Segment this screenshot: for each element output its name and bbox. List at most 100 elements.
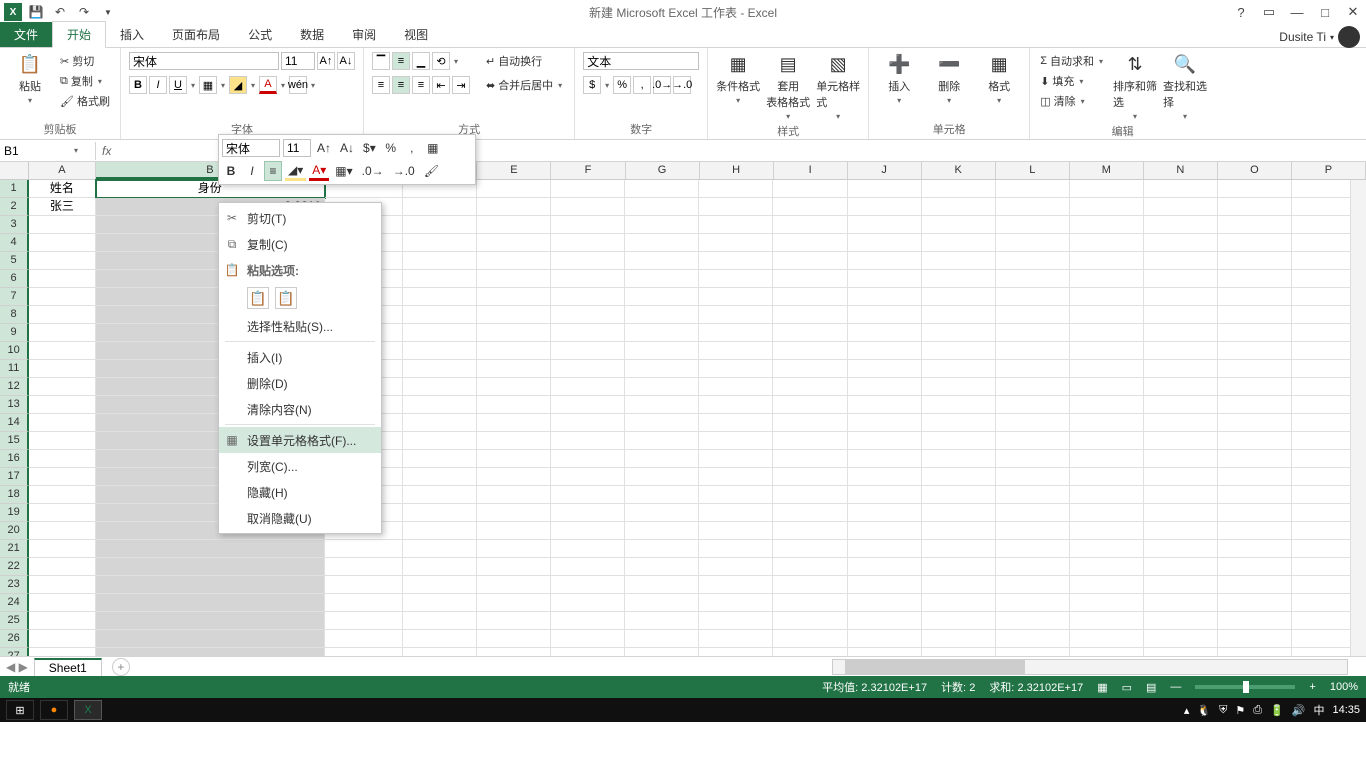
help-icon[interactable]: ?	[1232, 5, 1250, 20]
tray-battery-icon[interactable]: 🔋	[1270, 704, 1284, 717]
cell[interactable]	[1218, 630, 1292, 648]
cell[interactable]	[625, 468, 699, 486]
cell[interactable]	[848, 432, 922, 450]
column-header-K[interactable]: K	[922, 162, 996, 179]
cell[interactable]	[477, 450, 551, 468]
align-middle-icon[interactable]: ≡	[392, 52, 410, 70]
cell[interactable]	[996, 612, 1070, 630]
column-header-N[interactable]: N	[1144, 162, 1218, 179]
cell[interactable]	[1218, 360, 1292, 378]
column-header-L[interactable]: L	[996, 162, 1070, 179]
insert-cells-button[interactable]: ➕插入▾	[877, 52, 921, 105]
cell[interactable]	[1070, 342, 1144, 360]
cell[interactable]	[625, 342, 699, 360]
cell[interactable]	[1144, 324, 1218, 342]
cell[interactable]	[403, 216, 477, 234]
cell[interactable]	[551, 540, 625, 558]
mini-inc-decimal-icon[interactable]: .0→	[359, 161, 387, 181]
mini-border-button[interactable]: ▦▾	[332, 161, 355, 181]
view-page-break-icon[interactable]: ▤	[1146, 681, 1156, 694]
sort-filter-button[interactable]: ⇅排序和筛选▾	[1113, 52, 1157, 121]
cell[interactable]	[996, 630, 1070, 648]
cell[interactable]	[29, 504, 95, 522]
cell[interactable]	[996, 540, 1070, 558]
cell[interactable]	[699, 540, 773, 558]
cell[interactable]	[922, 180, 996, 198]
cell[interactable]	[551, 270, 625, 288]
mini-align-center-button[interactable]: ≡	[264, 161, 282, 181]
cell[interactable]	[1070, 252, 1144, 270]
minimize-icon[interactable]: —	[1288, 5, 1306, 20]
vertical-scrollbar[interactable]	[1350, 180, 1366, 656]
tab-page-layout[interactable]: 页面布局	[158, 22, 234, 47]
cell[interactable]	[848, 576, 922, 594]
cell[interactable]	[848, 594, 922, 612]
comma-icon[interactable]: ,	[633, 76, 651, 94]
cell[interactable]	[1144, 432, 1218, 450]
merge-center-button[interactable]: ⬌合并后居中▾	[484, 76, 566, 94]
cell[interactable]	[773, 342, 847, 360]
cell[interactable]	[848, 522, 922, 540]
cell[interactable]	[625, 396, 699, 414]
ctx-copy[interactable]: ⧉复制(C)	[219, 231, 381, 257]
mini-format-painter-icon[interactable]: 🖌	[421, 161, 442, 181]
ctx-cut[interactable]: ✂剪切(T)	[219, 205, 381, 231]
autosum-button[interactable]: Σ自动求和▾	[1038, 52, 1107, 70]
cell[interactable]	[922, 252, 996, 270]
cell[interactable]	[551, 522, 625, 540]
cell[interactable]	[403, 612, 477, 630]
view-normal-icon[interactable]: ▦	[1097, 681, 1107, 694]
cell[interactable]	[996, 450, 1070, 468]
cell[interactable]	[922, 378, 996, 396]
cell[interactable]	[403, 360, 477, 378]
cell[interactable]	[699, 342, 773, 360]
align-right-icon[interactable]: ≡	[412, 76, 430, 94]
cell[interactable]	[325, 540, 403, 558]
cell[interactable]	[403, 378, 477, 396]
cell[interactable]	[403, 414, 477, 432]
cell[interactable]	[29, 396, 95, 414]
row-header[interactable]: 25	[0, 612, 29, 630]
cell[interactable]	[625, 612, 699, 630]
cell[interactable]	[1070, 234, 1144, 252]
cell[interactable]	[625, 180, 699, 198]
row-header[interactable]: 15	[0, 432, 29, 450]
cell[interactable]	[477, 198, 551, 216]
row-header[interactable]: 3	[0, 216, 29, 234]
column-header-J[interactable]: J	[848, 162, 922, 179]
cell-styles-button[interactable]: ▧单元格样式▾	[816, 52, 860, 121]
cell[interactable]	[551, 324, 625, 342]
cell[interactable]	[477, 252, 551, 270]
cell[interactable]	[922, 450, 996, 468]
cell[interactable]	[625, 252, 699, 270]
cell[interactable]	[403, 432, 477, 450]
row-header[interactable]: 27	[0, 648, 29, 656]
column-header-O[interactable]: O	[1218, 162, 1292, 179]
cell[interactable]	[477, 432, 551, 450]
cell[interactable]	[699, 234, 773, 252]
cell[interactable]	[922, 486, 996, 504]
cell[interactable]	[403, 288, 477, 306]
qat-dropdown-icon[interactable]: ▼	[98, 2, 118, 22]
cell[interactable]	[699, 396, 773, 414]
cell[interactable]	[477, 180, 551, 198]
mini-bold-button[interactable]: B	[222, 161, 240, 181]
cell[interactable]	[29, 270, 95, 288]
cell[interactable]	[325, 594, 403, 612]
cell[interactable]	[773, 180, 847, 198]
cell[interactable]	[1070, 414, 1144, 432]
italic-button[interactable]: I	[149, 76, 167, 94]
cell[interactable]	[922, 540, 996, 558]
cell[interactable]	[325, 630, 403, 648]
cell[interactable]	[1218, 180, 1292, 198]
cell[interactable]	[625, 414, 699, 432]
cell[interactable]	[1070, 504, 1144, 522]
cell[interactable]	[1218, 648, 1292, 656]
tray-flag-icon[interactable]: ⚑	[1235, 704, 1245, 717]
cell[interactable]	[403, 270, 477, 288]
cell[interactable]	[403, 630, 477, 648]
font-size-combo[interactable]	[281, 52, 315, 70]
cell[interactable]	[848, 648, 922, 656]
tray-volume-icon[interactable]: 🔊	[1292, 704, 1306, 717]
cell[interactable]	[403, 486, 477, 504]
